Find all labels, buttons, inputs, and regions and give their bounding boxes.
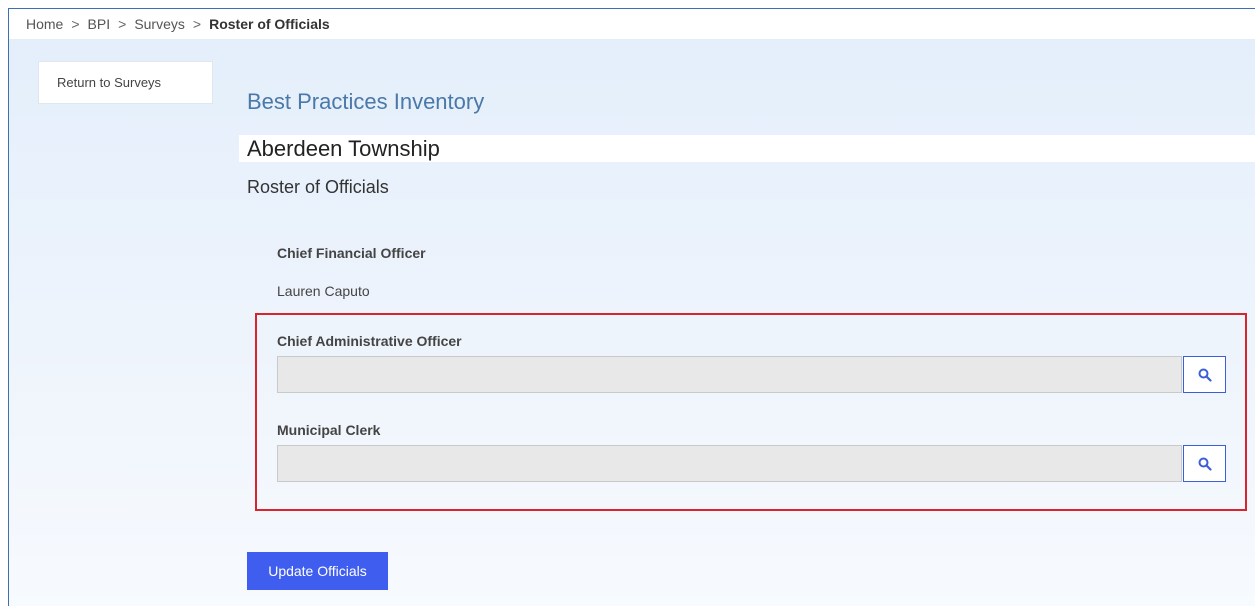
breadcrumb-bpi[interactable]: BPI <box>88 16 111 32</box>
cao-search-button[interactable] <box>1183 356 1226 393</box>
update-officials-button[interactable]: Update Officials <box>247 552 388 590</box>
cfo-label: Chief Financial Officer <box>277 245 426 261</box>
municipality-name: Aberdeen Township <box>239 135 1255 162</box>
search-icon <box>1198 368 1212 382</box>
breadcrumb: Home > BPI > Surveys > Roster of Officials <box>9 9 1255 39</box>
return-to-surveys-button[interactable]: Return to Surveys <box>38 61 213 104</box>
section-title: Roster of Officials <box>247 177 389 197</box>
page-title: Best Practices Inventory <box>247 89 485 114</box>
breadcrumb-separator: > <box>71 16 80 32</box>
breadcrumb-current: Roster of Officials <box>209 16 330 32</box>
page-frame: Home > BPI > Surveys > Roster of Officials Ret… <box>8 8 1255 606</box>
clerk-input[interactable] <box>277 445 1182 482</box>
breadcrumb-surveys[interactable]: Surveys <box>134 16 185 32</box>
search-icon <box>1198 457 1212 471</box>
cao-label: Chief Administrative Officer <box>277 333 462 349</box>
clerk-label: Municipal Clerk <box>277 422 381 438</box>
cao-input[interactable] <box>277 356 1182 393</box>
cfo-value: Lauren Caputo <box>277 283 370 299</box>
breadcrumb-separator: > <box>118 16 127 32</box>
breadcrumb-home[interactable]: Home <box>26 16 63 32</box>
breadcrumb-separator: > <box>192 16 202 32</box>
clerk-search-button[interactable] <box>1183 445 1226 482</box>
